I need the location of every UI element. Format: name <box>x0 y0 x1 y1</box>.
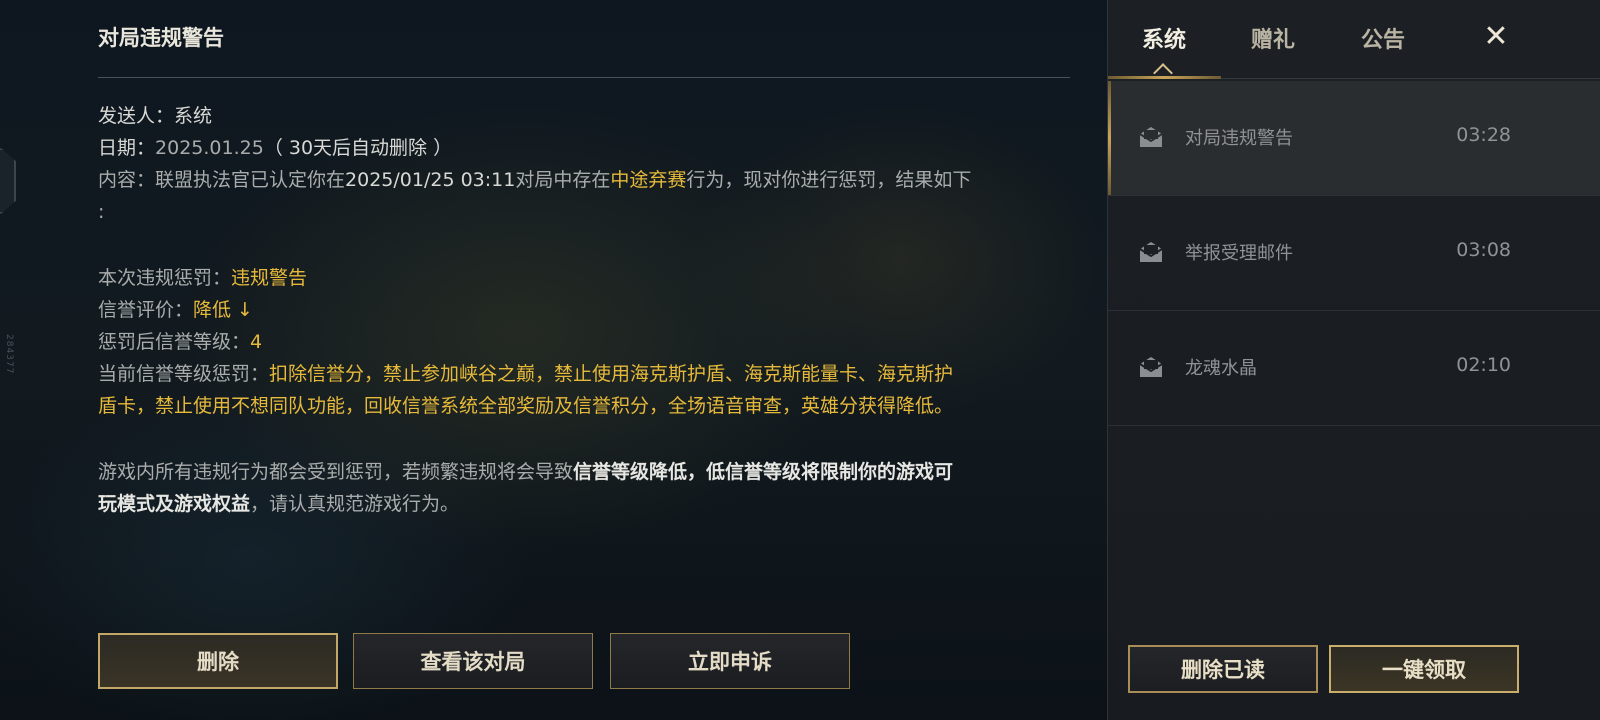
penalty-label: 本次违规惩罚： <box>98 267 232 289</box>
content-mid: 对局中存在 <box>515 169 611 191</box>
tab-gifts[interactable]: 赠礼 <box>1251 22 1295 54</box>
mail-open-icon <box>1139 242 1163 262</box>
mail-body: 发送人：系统 日期：2025.01.25（ 30天后自动删除 ） 内容：联盟执法… <box>98 100 1043 520</box>
content-label: 内容： <box>98 169 156 191</box>
penalty-row: 本次违规惩罚：违规警告 <box>98 262 1043 294</box>
tab-system[interactable]: 系统 <box>1142 22 1186 54</box>
claim-all-button[interactable]: 一键领取 <box>1329 645 1519 693</box>
sender-label: 发送人： <box>98 105 175 127</box>
mail-item-title: 龙魂水晶 <box>1185 358 1257 379</box>
delete-button[interactable]: 删除 <box>98 633 338 689</box>
mail-item-title: 对局违规警告 <box>1185 128 1293 149</box>
sender-value: 系统 <box>174 105 213 127</box>
level-row: 惩罚后信誉等级：4 <box>98 326 1043 358</box>
content-post: 行为，现对你进行惩罚，结果如下 <box>686 169 972 191</box>
active-tab-caret-icon <box>1153 63 1173 83</box>
level-label: 惩罚后信誉等级： <box>98 331 251 353</box>
tab-announcements[interactable]: 公告 <box>1361 22 1405 54</box>
delete-read-button[interactable]: 删除已读 <box>1128 645 1318 693</box>
date-label: 日期： <box>98 137 156 159</box>
title-divider <box>98 77 1070 78</box>
mail-open-icon <box>1139 127 1163 147</box>
mail-item[interactable]: 对局违规警告 03:28 <box>1108 81 1600 196</box>
notice-bold-line1: 信誉等级降低，低信誉等级将限制你的游戏可 <box>573 461 954 483</box>
mail-tabs: 系统 赠礼 公告 ✕ <box>1108 0 1600 83</box>
mail-detail-panel: 对局违规警告 发送人：系统 日期：2025.01.25（ 30天后自动删除 ） … <box>98 0 1073 720</box>
credit-value: 降低 ↓ <box>193 299 253 321</box>
penalty-value: 违规警告 <box>231 267 308 289</box>
current-penalty-line1: 扣除信誉分，禁止参加峡谷之巅，禁止使用海克斯护盾、海克斯能量卡、海克斯护 <box>269 363 954 385</box>
content-violation: 中途弃赛 <box>610 169 687 191</box>
mail-item-title: 举报受理邮件 <box>1185 243 1293 264</box>
notice-row: 游戏内所有违规行为都会受到惩罚，若频繁违规将会导致信誉等级降低，低信誉等级将限制… <box>98 456 1043 488</box>
credit-row: 信誉评价：降低 ↓ <box>98 294 1043 326</box>
credit-label: 信誉评价： <box>98 299 194 321</box>
level-value: 4 <box>250 331 263 353</box>
side-id-text: 284377 <box>4 334 14 375</box>
sender-row: 发送人：系统 <box>98 100 1043 132</box>
content-time: 2025/01/25 03:11 <box>345 169 516 191</box>
content-row: 内容：联盟执法官已认定你在2025/01/25 03:11对局中存在中途弃赛行为… <box>98 164 1043 196</box>
current-penalty-line2: 盾卡，禁止使用不想同队功能，回收信誉系统全部奖励及信誉积分，全场语音审查，英雄分… <box>98 395 954 417</box>
notice-row-2: 玩模式及游戏权益，请认真规范游戏行为。 <box>98 488 1043 520</box>
mail-item-time: 02:10 <box>1456 354 1511 376</box>
notice-bold-line2: 玩模式及游戏权益 <box>98 493 251 515</box>
date-row: 日期：2025.01.25（ 30天后自动删除 ） <box>98 132 1043 164</box>
view-match-button[interactable]: 查看该对局 <box>353 633 593 689</box>
date-value: 2025.01.25 <box>155 137 264 159</box>
mail-list-panel: 系统 赠礼 公告 ✕ 对局违规警告 03:28 举报受理邮件 03:08 龙魂水… <box>1107 0 1600 720</box>
mail-open-icon <box>1139 357 1163 377</box>
mail-item[interactable]: 举报受理邮件 03:08 <box>1108 196 1600 311</box>
notice-post: ，请认真规范游戏行为。 <box>250 493 460 515</box>
current-penalty-row: 当前信誉等级惩罚：扣除信誉分，禁止参加峡谷之巅，禁止使用海克斯护盾、海克斯能量卡… <box>98 358 1043 390</box>
appeal-button[interactable]: 立即申诉 <box>610 633 850 689</box>
date-note: （ 30天后自动删除 ） <box>263 137 453 159</box>
content-pre: 联盟执法官已认定你在 <box>155 169 346 191</box>
close-icon[interactable]: ✕ <box>1481 22 1511 52</box>
mail-item-time: 03:28 <box>1456 124 1511 146</box>
mail-item-time: 03:08 <box>1456 239 1511 261</box>
mail-item[interactable]: 龙魂水晶 02:10 <box>1108 311 1600 426</box>
mail-title: 对局违规警告 <box>98 26 224 50</box>
notice-pre: 游戏内所有违规行为都会受到惩罚，若频繁违规将会导致 <box>98 461 574 483</box>
content-colon: : <box>98 201 105 223</box>
current-penalty-label: 当前信誉等级惩罚： <box>98 363 270 385</box>
